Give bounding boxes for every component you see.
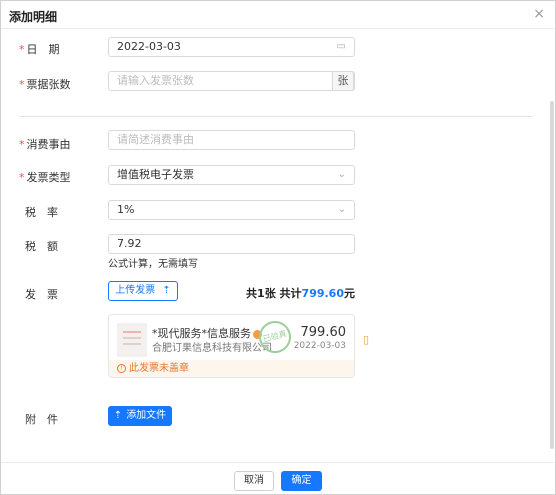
chevron-down-icon: ⌄ — [337, 204, 346, 215]
invoice-date: 2022-03-03 — [293, 341, 346, 351]
purpose-label: * 消费事由 — [19, 138, 71, 151]
dialog-header: 添加明细 × — [1, 1, 555, 29]
invoice-thumbnail — [117, 323, 147, 357]
tax-rate-label: 税 率 — [25, 206, 58, 219]
invoice-card[interactable]: *现代服务*信息服务 合肥订果信息科技有限公司 已验真 799.60 2022-… — [108, 314, 355, 378]
invoice-summary: 共1张 共计799.60元 — [246, 287, 355, 300]
delete-icon[interactable]: ▯ — [363, 333, 369, 346]
invoice-seller: 合肥订果信息科技有限公司 — [152, 343, 272, 354]
tax-amount-field[interactable]: 7.92 — [108, 234, 355, 254]
tax-amount-hint: 公式计算，无需填写 — [108, 259, 198, 270]
invoice-type-label: * 发票类型 — [19, 171, 71, 184]
dialog-footer — [1, 462, 555, 494]
unit-label: 张 — [332, 71, 354, 91]
add-detail-dialog: 添加明细 × * 日 期 2022-03-03 ▭ * 票据张数 请输入发票张数 张… — [0, 0, 556, 495]
invoice-type-select[interactable]: 增值税电子发票 ⌄ — [108, 165, 355, 185]
tax-amount-label: 税 额 — [25, 240, 58, 253]
tax-rate-select[interactable]: 1% ⌄ — [108, 200, 355, 220]
scrollbar[interactable] — [550, 101, 554, 449]
attachment-label: 附 件 — [25, 413, 58, 426]
upload-icon: ⇡ — [113, 410, 123, 421]
date-field[interactable]: 2022-03-03 ▭ — [108, 37, 355, 57]
cancel-button[interactable]: 取消 — [234, 471, 274, 491]
invoice-label: 发 票 — [25, 288, 58, 301]
confirm-button[interactable]: 确定 — [281, 471, 322, 491]
dialog-title: 添加明细 — [9, 10, 58, 24]
chevron-down-icon: ⌄ — [337, 169, 346, 180]
section-divider — [19, 116, 533, 117]
unstamped-warning: ! 此发票未盖章 — [109, 360, 354, 377]
warning-icon: ! — [117, 363, 126, 373]
invoice-price: 799.60 — [300, 325, 347, 340]
ticket-count-label: * 票据张数 — [19, 78, 71, 91]
purpose-field[interactable]: 请简述消费事由 — [108, 130, 355, 150]
upload-icon: ⇡ — [162, 285, 171, 296]
upload-invoice-button[interactable]: 上传发票 ⇡ — [108, 281, 178, 301]
ticket-count-field[interactable]: 请输入发票张数 张 — [108, 71, 355, 91]
close-icon[interactable]: × — [533, 6, 545, 22]
calendar-icon: ▭ — [336, 41, 346, 52]
add-file-button[interactable]: ⇡ 添加文件 — [108, 406, 172, 426]
date-label: * 日 期 — [19, 43, 60, 56]
